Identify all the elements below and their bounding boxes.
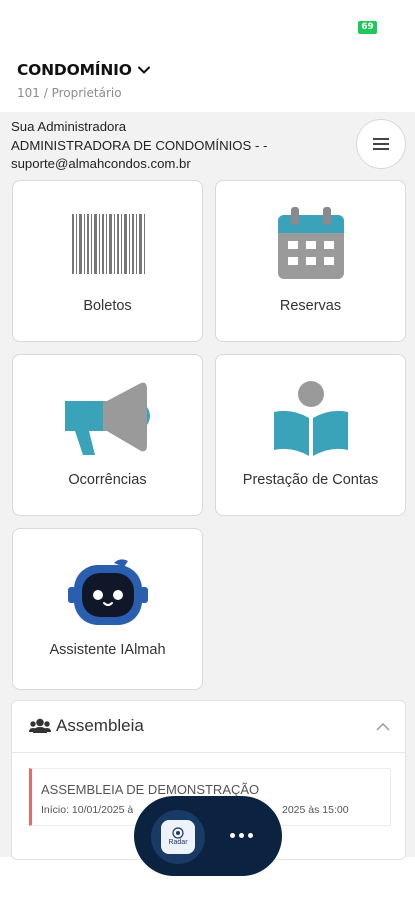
radar-button[interactable]: Radar <box>151 810 205 864</box>
card-reservas[interactable]: Reservas <box>215 180 406 342</box>
calendar-icon <box>216 207 405 279</box>
floating-action-bar: Radar <box>134 796 282 876</box>
administrator-email: suporte@almahcondos.com.br <box>11 156 191 171</box>
hamburger-icon <box>373 138 389 150</box>
card-ocorrencias-label: Ocorrências <box>68 472 147 488</box>
status-bar: 69 <box>0 0 415 50</box>
card-prestacao-de-contas[interactable]: Prestação de Contas <box>215 354 406 516</box>
reading-person-icon <box>216 380 405 456</box>
assembly-title: Assembleia <box>56 716 144 735</box>
card-boletos[interactable]: Boletos <box>12 180 203 342</box>
assembly-item-name: ASSEMBLEIA DE DEMONSTRAÇÃO <box>41 782 260 797</box>
main-content: Sua Administradora ADMINISTRADORA DE CON… <box>0 112 415 860</box>
users-icon <box>29 718 51 733</box>
chevron-up-icon[interactable] <box>376 723 390 731</box>
chevron-down-icon <box>137 66 150 74</box>
card-ocorrencias[interactable]: Ocorrências <box>12 354 203 516</box>
radar-icon: Radar <box>161 820 195 854</box>
menu-button[interactable] <box>356 119 406 169</box>
more-options-button[interactable] <box>222 820 260 850</box>
radar-label: Radar <box>168 839 188 846</box>
card-prestacao-label: Prestação de Contas <box>242 472 379 488</box>
administrator-heading: Sua Administradora <box>11 119 127 134</box>
dot-icon <box>238 832 244 838</box>
assembly-item-end: 2025 às 15:00 <box>282 804 349 816</box>
assembly-header[interactable]: Assembleia <box>12 701 405 753</box>
barcode-icon <box>13 214 202 274</box>
card-boletos-label: Boletos <box>83 298 132 314</box>
radar-glyph-icon <box>172 827 184 839</box>
header: CONDOMÍNIO 101 / Proprietário <box>0 50 415 112</box>
card-reservas-label: Reservas <box>279 298 342 314</box>
dot-icon <box>229 832 235 838</box>
card-assistente-label: Assistente IAlmah <box>49 642 166 658</box>
administrator-info: Sua Administradora ADMINISTRADORA DE CON… <box>11 118 311 174</box>
assembly-item-start: Início: 10/01/2025 à <box>41 804 134 816</box>
condo-selector[interactable]: CONDOMÍNIO <box>17 61 150 79</box>
administrator-name: ADMINISTRADORA DE CONDOMÍNIOS - - <box>11 137 268 153</box>
dot-icon <box>247 832 253 838</box>
card-assistente-ialmah[interactable]: Assistente IAlmah <box>12 528 203 690</box>
megaphone-icon <box>13 379 202 459</box>
unit-subtitle: 101 / Proprietário <box>17 86 122 100</box>
page-title: CONDOMÍNIO <box>17 61 132 79</box>
battery-indicator: 69 <box>358 21 377 34</box>
robot-icon <box>13 557 202 629</box>
